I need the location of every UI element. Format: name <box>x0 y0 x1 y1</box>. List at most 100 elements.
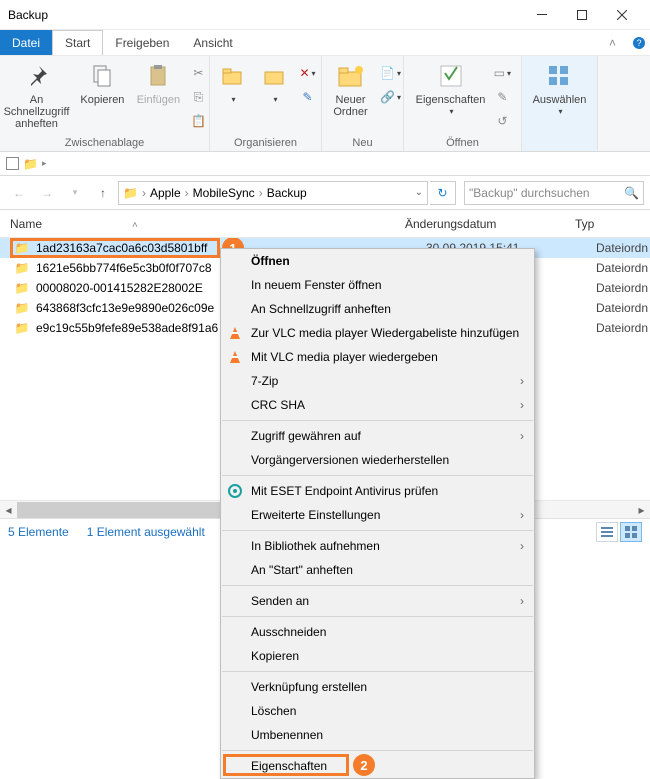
vlc-icon <box>227 349 243 365</box>
close-button[interactable] <box>602 0 642 30</box>
column-type[interactable]: Typ <box>575 217 650 231</box>
context-menu-label: Öffnen <box>251 254 290 268</box>
breadcrumb[interactable]: 📁 › Apple › MobileSync › Backup ⌄ <box>118 181 428 205</box>
refresh-button[interactable]: ↻ <box>430 181 456 205</box>
context-menu-item[interactable]: Umbenennen <box>221 723 534 747</box>
context-menu-label: An "Start" anheften <box>251 563 353 577</box>
chevron-down-icon: ▾ <box>449 106 453 118</box>
context-menu-label: Löschen <box>251 704 296 718</box>
context-menu-label: Mit ESET Endpoint Antivirus prüfen <box>251 484 438 498</box>
details-view-button[interactable] <box>596 522 618 542</box>
context-menu-label: Vorgängerversionen wiederherstellen <box>251 453 449 467</box>
context-menu-item[interactable]: An "Start" anheften <box>221 558 534 582</box>
help-button[interactable]: ? <box>628 30 650 55</box>
new-item-icon[interactable]: 📄▾ <box>380 62 402 84</box>
context-menu-item[interactable]: CRC SHA› <box>221 393 534 417</box>
pin-button[interactable]: An Schnellzugriff anheften <box>0 58 73 132</box>
new-folder-button[interactable]: Neuer Ordner <box>324 58 378 120</box>
quickaccess-strip: 📁 ▸ <box>0 152 650 176</box>
context-menu-item[interactable]: In neuem Fenster öffnen <box>221 273 534 297</box>
file-menu[interactable]: Datei <box>0 30 52 55</box>
context-menu-item[interactable]: Eigenschaften <box>221 754 534 778</box>
menu-separator <box>222 616 533 617</box>
paste-button[interactable]: Einfügen <box>131 58 185 108</box>
properties-button[interactable]: Eigenschaften ▾ <box>412 58 490 120</box>
title-bar: Backup <box>0 0 650 30</box>
tab-freigeben[interactable]: Freigeben <box>103 30 181 55</box>
maximize-button[interactable] <box>562 0 602 30</box>
item-count: 5 Elemente <box>8 525 69 539</box>
search-input[interactable]: "Backup" durchsuchen 🔍 <box>464 181 644 205</box>
up-button[interactable]: ↑ <box>90 180 116 206</box>
select-button[interactable]: Auswählen ▾ <box>529 58 591 120</box>
edit-icon[interactable]: ✎ <box>491 86 513 108</box>
open-icon[interactable]: ▭▾ <box>491 62 513 84</box>
minimize-button[interactable] <box>522 0 562 30</box>
search-icon: 🔍 <box>624 186 639 200</box>
paste-shortcut-icon[interactable]: 📋 <box>187 110 209 132</box>
chevron-right-icon: › <box>257 186 265 200</box>
context-menu-label: Zugriff gewähren auf <box>251 429 361 443</box>
tab-ansicht[interactable]: Ansicht <box>181 30 244 55</box>
chevron-down-icon: ▾ <box>231 94 235 106</box>
tab-start[interactable]: Start <box>52 30 103 55</box>
properties-icon <box>435 60 467 92</box>
breadcrumb-dropdown[interactable]: ⌄ <box>415 187 423 198</box>
scroll-left-icon[interactable]: ◂ <box>0 502 17 518</box>
context-menu-item[interactable]: Mit VLC media player wiedergeben <box>221 345 534 369</box>
menu-separator <box>222 671 533 672</box>
recent-locations[interactable]: ▾ <box>62 180 88 206</box>
context-menu-item[interactable]: In Bibliothek aufnehmen› <box>221 534 534 558</box>
context-menu-item[interactable]: Erweiterte Einstellungen› <box>221 503 534 527</box>
thumbnails-view-button[interactable] <box>620 522 642 542</box>
context-menu-item[interactable]: Kopieren <box>221 644 534 668</box>
context-menu-item[interactable]: Senden an› <box>221 589 534 613</box>
select-all-checkbox[interactable] <box>6 157 19 170</box>
menu-separator <box>222 750 533 751</box>
context-menu-label: Ausschneiden <box>251 625 326 639</box>
moveto-icon <box>217 60 249 92</box>
folder-icon: 📁 <box>14 300 30 316</box>
context-menu-item[interactable]: Ausschneiden <box>221 620 534 644</box>
copy-button[interactable]: Kopieren <box>75 58 129 108</box>
context-menu-item[interactable]: Zur VLC media player Wiedergabeliste hin… <box>221 321 534 345</box>
folder-icon: 📁 <box>123 186 138 200</box>
copyto-button[interactable]: ▾ <box>255 58 295 108</box>
back-button[interactable]: ← <box>6 180 32 206</box>
column-date[interactable]: Änderungsdatum <box>405 217 575 231</box>
context-menu-item[interactable]: Löschen <box>221 699 534 723</box>
file-type: Dateiordn <box>596 281 650 295</box>
context-menu-label: Erweiterte Einstellungen <box>251 508 380 522</box>
forward-button[interactable]: → <box>34 180 60 206</box>
context-menu-item[interactable]: Mit ESET Endpoint Antivirus prüfen <box>221 479 534 503</box>
chevron-right-icon: › <box>520 429 524 443</box>
window-title: Backup <box>8 8 522 22</box>
context-menu-item[interactable]: An Schnellzugriff anheften <box>221 297 534 321</box>
select-icon <box>543 60 575 92</box>
context-menu-item[interactable]: Vorgängerversionen wiederherstellen <box>221 448 534 472</box>
delete-icon[interactable]: ✕▾ <box>297 62 319 84</box>
address-bar-row: ← → ▾ ↑ 📁 › Apple › MobileSync › Backup … <box>0 176 650 210</box>
chevron-right-icon: › <box>140 186 148 200</box>
context-menu-label: In Bibliothek aufnehmen <box>251 539 380 553</box>
rename-icon[interactable]: ✎ <box>297 86 319 108</box>
scroll-right-icon[interactable]: ▸ <box>633 502 650 518</box>
context-menu-item[interactable]: Öffnen <box>221 249 534 273</box>
history-icon[interactable]: ↺ <box>491 110 513 132</box>
context-menu-item[interactable]: Verknüpfung erstellen <box>221 675 534 699</box>
context-menu-item[interactable]: 7-Zip› <box>221 369 534 393</box>
easy-access-icon[interactable]: 🔗▾ <box>380 86 402 108</box>
chevron-right-icon: › <box>520 374 524 388</box>
moveto-button[interactable]: ▾ <box>213 58 253 108</box>
copy-path-icon[interactable]: ⎘ <box>187 86 209 108</box>
pin-icon <box>21 60 53 92</box>
cut-icon[interactable]: ✂ <box>187 62 209 84</box>
eset-icon <box>227 483 243 499</box>
context-menu-item[interactable]: Zugriff gewähren auf › <box>221 424 534 448</box>
column-name[interactable]: Name˄ <box>10 217 405 231</box>
group-label: Organisieren <box>234 136 297 151</box>
context-menu-label: Umbenennen <box>251 728 323 742</box>
chevron-down-icon: ▾ <box>558 106 562 118</box>
ribbon-expand[interactable]: ˄ <box>597 30 628 55</box>
context-menu-label: An Schnellzugriff anheften <box>251 302 391 316</box>
